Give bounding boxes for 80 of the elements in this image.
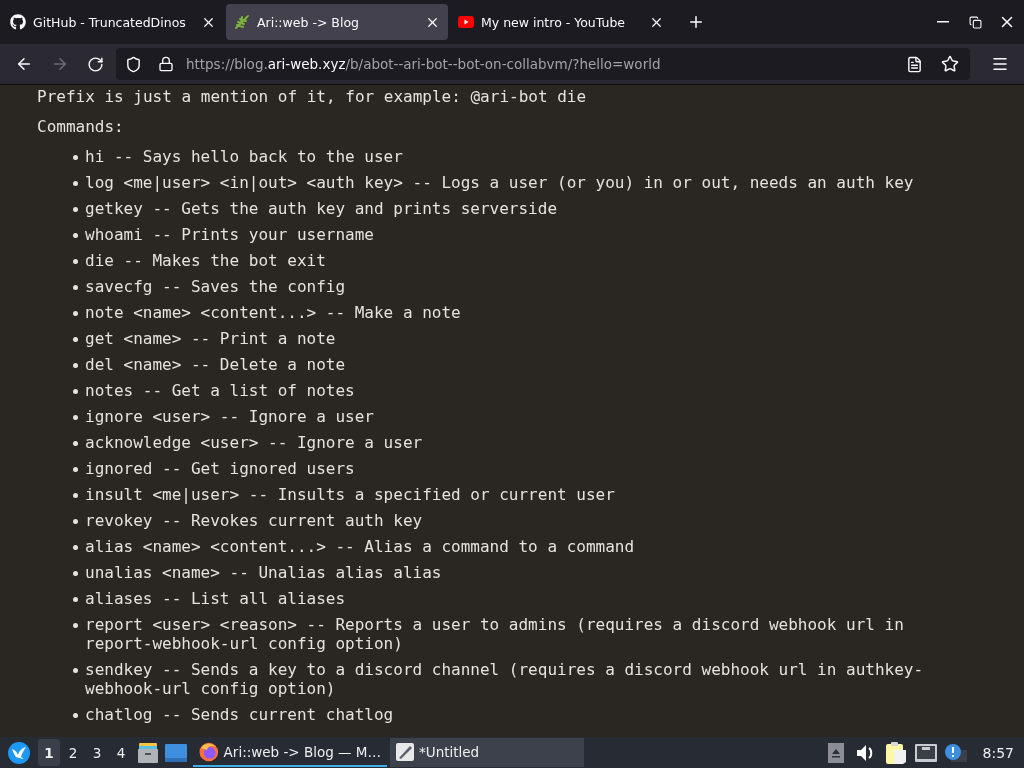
workspace-button[interactable]: 3 xyxy=(86,739,108,766)
command-text: die -- Makes the bot exit xyxy=(85,251,327,270)
leaf-icon xyxy=(234,14,250,30)
desktop-icon xyxy=(165,743,187,762)
command-text: aliases -- List all aliases xyxy=(85,589,347,608)
start-button[interactable] xyxy=(6,739,32,766)
file-drawer-icon xyxy=(137,741,159,764)
workspace-button[interactable]: 2 xyxy=(62,739,84,766)
video-play-icon xyxy=(458,16,474,28)
notification-icon xyxy=(944,743,967,762)
bullet-icon xyxy=(73,181,78,186)
command-text: savecfg -- Saves the config xyxy=(85,277,347,296)
command-text: chatlog -- Sends current chatlog xyxy=(85,705,395,724)
start-logo-icon xyxy=(8,741,30,764)
github-logo-icon xyxy=(10,14,26,30)
command-text: insult <me|user> -- Insults a specified or current user xyxy=(85,485,616,504)
bullet-icon xyxy=(73,441,78,446)
taskbar-task[interactable]: *Untitled xyxy=(390,738,584,767)
workspace-button[interactable]: 4 xyxy=(110,739,132,766)
section-heading: Commands: xyxy=(37,117,125,136)
clipboard-button[interactable] xyxy=(884,740,907,765)
command-text: whoami -- Prints your username xyxy=(85,225,375,244)
eject-icon xyxy=(827,742,844,763)
clock-text: 8:57 xyxy=(982,744,1014,761)
command-text: unalias <name> -- Unalias alias alias xyxy=(85,563,443,582)
bullet-icon xyxy=(73,259,78,264)
bullet-icon xyxy=(73,233,78,238)
bullet-icon xyxy=(73,545,78,550)
bullet-icon xyxy=(73,363,78,368)
taskbar-task[interactable]: Ari::web -> Blog — M… xyxy=(193,738,387,767)
reload-icon xyxy=(87,55,105,73)
command-text: hi -- Says hello back to the user xyxy=(85,147,404,166)
command-text: report <user> <reason> -- Reports a user to admins (requires a discord webhook url in report-webhook-url config option) xyxy=(85,615,905,653)
bullet-icon xyxy=(73,389,78,394)
bullet-icon xyxy=(73,668,78,673)
bullet-icon xyxy=(73,519,78,524)
browser-tab[interactable]: My new intro - YouTube xyxy=(450,4,672,40)
command-text: get <name> -- Print a note xyxy=(85,329,337,348)
browser-tab[interactable]: GitHub - TruncatedDinos xyxy=(2,4,224,40)
command-text: alias <name> <content...> -- Alias a command to a command xyxy=(85,537,636,556)
bullet-icon xyxy=(73,713,78,718)
bullet-icon xyxy=(73,571,78,576)
star-icon xyxy=(941,55,960,73)
command-text: del <name> -- Delete a note xyxy=(85,355,347,374)
restore-icon xyxy=(968,15,982,29)
bullet-icon xyxy=(73,207,78,212)
page-icon xyxy=(905,55,923,73)
network-monitor-icon xyxy=(914,743,937,762)
bullet-icon xyxy=(73,597,78,602)
bullet-icon xyxy=(73,415,78,420)
command-text: ignore <user> -- Ignore a user xyxy=(85,407,375,426)
bullet-icon xyxy=(73,337,78,342)
command-text: acknowledge <user> -- Ignore a user xyxy=(85,433,424,452)
minimize-icon xyxy=(937,21,949,23)
address-bar[interactable]: https://blog.ari-web.xyz/b/abot--ari-bot--bot-on-collabvm/?hello=world xyxy=(115,48,971,80)
plus-icon xyxy=(687,13,705,31)
paragraph-text: Prefix is just a mention of it, for example: @ari-bot die xyxy=(37,87,588,106)
bullet-icon xyxy=(73,467,78,472)
command-text: getkey -- Gets the auth key and prints serverside xyxy=(85,199,558,218)
workspace-button[interactable]: 1 xyxy=(38,739,60,766)
bullet-icon xyxy=(73,623,78,628)
clipboard-icon xyxy=(885,741,906,764)
browser-tab[interactable]: Ari::web -> Blog xyxy=(226,4,448,40)
bullet-icon xyxy=(73,285,78,290)
lock-icon xyxy=(157,56,174,72)
text-editor-icon xyxy=(396,742,414,761)
speaker-icon xyxy=(856,744,875,761)
shield-icon xyxy=(125,55,143,73)
bullet-icon xyxy=(73,493,78,498)
command-text: sendkey -- Sends a key to a discord channel (requires a discord webhook url in authkey-webhook-url config option) xyxy=(85,660,925,698)
menu-icon xyxy=(991,55,1009,73)
command-text: revokey -- Revokes current auth key xyxy=(85,511,424,530)
bullet-icon xyxy=(73,311,78,316)
command-text: ignored -- Get ignored users xyxy=(85,459,356,478)
command-text: notes -- Get a list of notes xyxy=(85,381,356,400)
bullet-icon xyxy=(73,155,78,160)
command-text: log <me|user> <in|out> <auth key> -- Logs a user (or you) in or out, needs an auth key xyxy=(85,173,915,192)
url-text: https://blog.ari-web.xyz/b/abot--ari-bot--bot-on-collabvm/?hello=world xyxy=(185,56,662,72)
command-text: note <name> <content...> -- Make a note xyxy=(85,303,462,322)
browser-logo-icon xyxy=(199,741,219,762)
